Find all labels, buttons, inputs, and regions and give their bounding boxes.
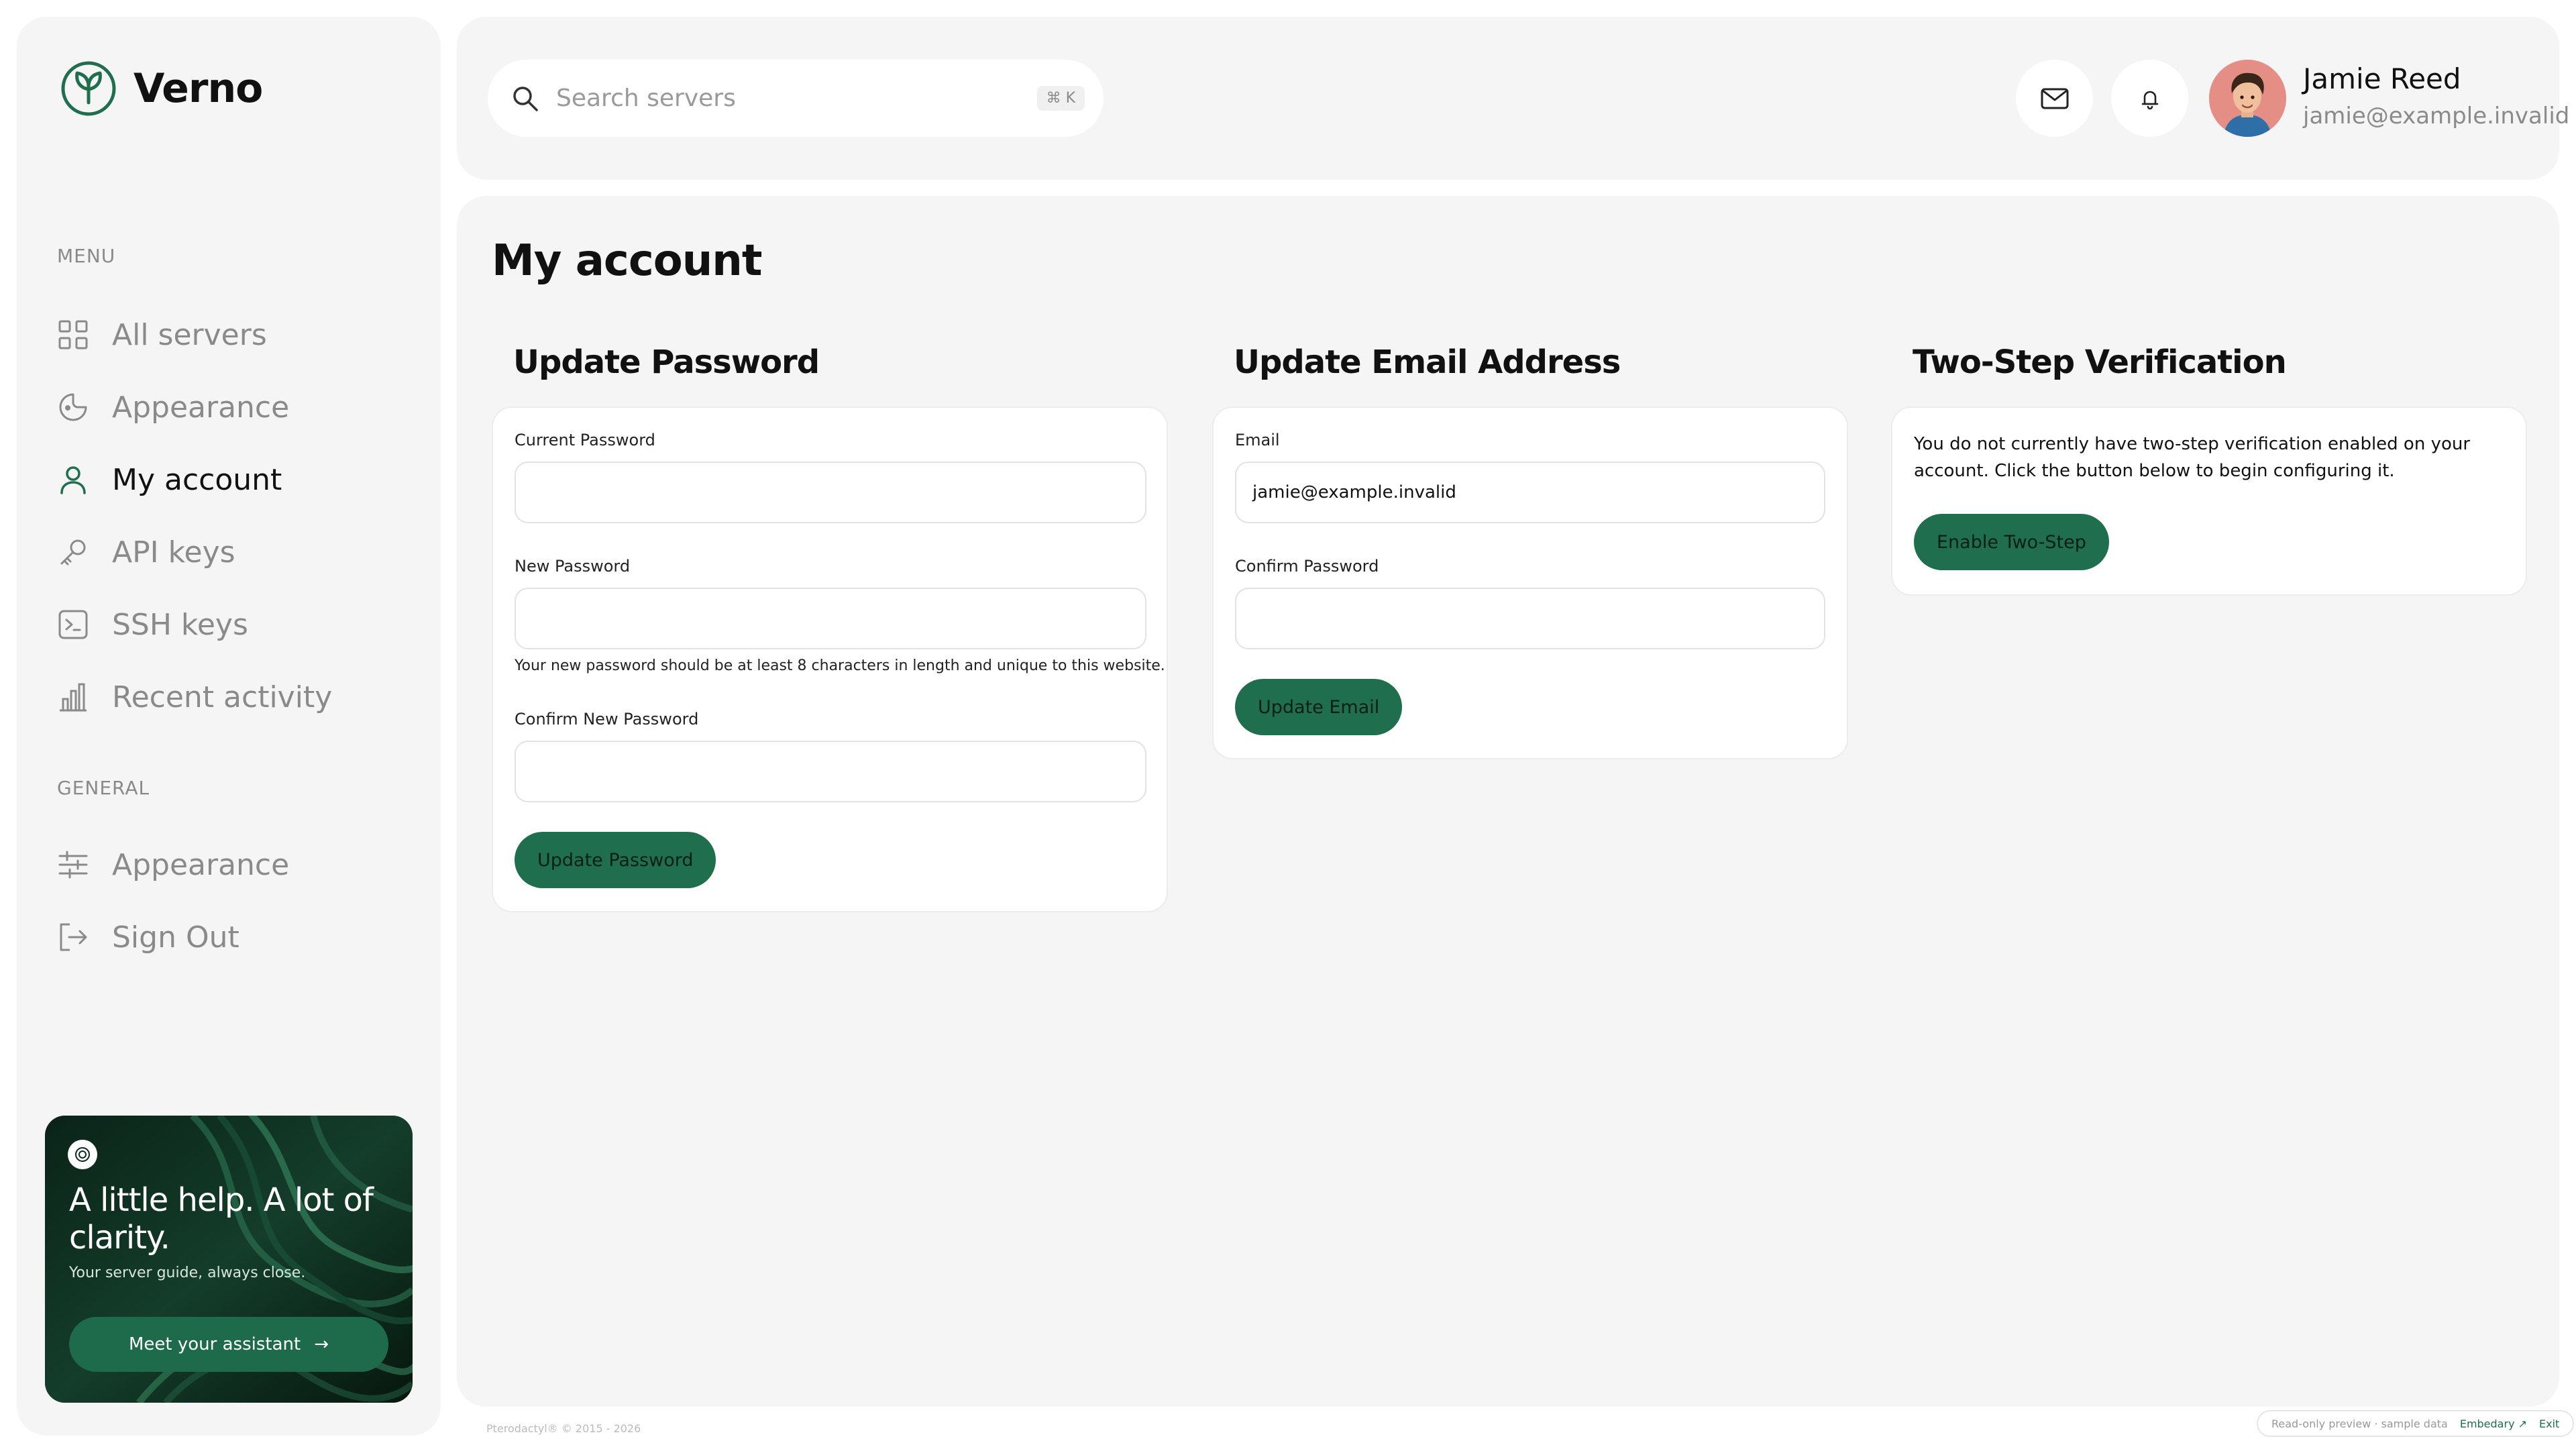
sidebar: Verno MENU All servers Appearance My acc… — [17, 17, 441, 1436]
key-icon — [57, 536, 89, 568]
search-input[interactable]: Search servers — [556, 85, 1037, 112]
search-bar[interactable]: Search servers ⌘ K — [488, 60, 1104, 137]
grid-icon — [57, 319, 89, 351]
brand-logo[interactable]: Verno — [60, 60, 263, 117]
email-confirm-password-label: Confirm Password — [1235, 557, 1379, 576]
main-content: My account Update Password Current Passw… — [457, 196, 2559, 1407]
two-step-title: Two-Step Verification — [1913, 343, 2287, 381]
sidebar-item-label: Sign Out — [112, 920, 239, 955]
assistant-icon — [68, 1140, 97, 1169]
user-name: Jamie Reed — [2303, 62, 2461, 95]
sidebar-item-all-servers[interactable]: All servers — [57, 308, 419, 362]
update-email-title: Update Email Address — [1234, 343, 1621, 381]
update-password-card: Current Password New Password Your new p… — [492, 407, 1168, 912]
preview-badge: Read-only preview · sample data Embedary… — [2257, 1410, 2575, 1437]
menu-section-label: MENU — [57, 245, 116, 267]
sidebar-item-label: SSH keys — [112, 607, 248, 642]
sidebar-item-ssh-keys[interactable]: SSH keys — [57, 598, 419, 651]
sidebar-item-label: Recent activity — [112, 680, 333, 714]
promo-subtitle: Your server guide, always close. — [69, 1265, 306, 1281]
sliders-icon — [57, 849, 89, 881]
sidebar-item-label: Appearance — [112, 390, 290, 425]
bar-chart-icon — [57, 681, 89, 713]
update-password-button[interactable]: Update Password — [515, 832, 716, 888]
page-title: My account — [492, 236, 762, 286]
meet-assistant-label: Meet your assistant — [128, 1334, 301, 1354]
new-password-field[interactable] — [515, 588, 1146, 649]
sidebar-item-recent-activity[interactable]: Recent activity — [57, 670, 419, 724]
sidebar-item-label: All servers — [112, 317, 267, 352]
preview-notice: Read-only preview · sample data — [2271, 1417, 2448, 1430]
meet-assistant-button[interactable]: Meet your assistant → — [69, 1317, 388, 1372]
current-password-field[interactable] — [515, 462, 1146, 523]
password-hint: Your new password should be at least 8 c… — [515, 657, 1165, 674]
search-shortcut-hint: ⌘ K — [1036, 86, 1085, 111]
user-icon — [57, 464, 89, 496]
leaf-logo-icon — [61, 61, 116, 116]
sidebar-item-api-keys[interactable]: API keys — [57, 525, 419, 579]
sidebar-item-appearance-settings[interactable]: Appearance — [57, 838, 419, 892]
embedary-link[interactable]: Embedary ↗ — [2460, 1417, 2527, 1430]
bell-icon — [2141, 91, 2158, 109]
search-icon — [513, 86, 538, 111]
confirm-new-password-label: Confirm New Password — [515, 710, 699, 729]
sidebar-item-sign-out[interactable]: Sign Out — [57, 910, 419, 964]
promo-title: A little help. A lot of clarity. — [69, 1181, 374, 1256]
update-password-title: Update Password — [513, 343, 820, 381]
mail-icon — [2041, 88, 2068, 109]
confirm-new-password-field[interactable] — [515, 741, 1146, 802]
sidebar-item-label: Appearance — [112, 847, 290, 882]
new-password-label: New Password — [515, 557, 631, 576]
sidebar-item-label: My account — [112, 462, 282, 497]
topbar: Search servers ⌘ K Jamie Reed jamie@exam… — [457, 17, 2569, 180]
notifications-button[interactable] — [2111, 60, 2188, 137]
enable-two-step-button[interactable]: Enable Two-Step — [1914, 514, 2109, 570]
brand-name: Verno — [133, 65, 263, 112]
email-field[interactable]: jamie@example.invalid — [1235, 462, 1825, 523]
sidebar-item-label: API keys — [112, 535, 235, 570]
two-step-card: You do not currently have two-step verif… — [1891, 407, 2527, 596]
logout-icon — [57, 921, 89, 953]
messages-button[interactable] — [2016, 60, 2093, 137]
email-confirm-password-field[interactable] — [1235, 588, 1825, 649]
two-step-description: You do not currently have two-step verif… — [1914, 434, 2471, 481]
arrow-right-icon: → — [314, 1334, 329, 1354]
user-email: jamie@example.invalid — [2303, 103, 2570, 129]
current-password-label: Current Password — [515, 431, 655, 449]
update-email-card: Email jamie@example.invalid Confirm Pass… — [1212, 407, 1848, 759]
email-label: Email — [1235, 431, 1280, 449]
user-avatar[interactable] — [2209, 60, 2286, 137]
sidebar-item-my-account[interactable]: My account — [57, 453, 419, 506]
general-section-label: GENERAL — [57, 777, 150, 799]
update-email-button[interactable]: Update Email — [1235, 679, 1403, 735]
terminal-icon — [57, 608, 89, 641]
footer-copyright: Pterodactyl® © 2015 - 2026 — [486, 1422, 641, 1435]
sidebar-item-appearance[interactable]: Appearance — [57, 380, 419, 434]
assistant-promo-card: A little help. A lot of clarity. Your se… — [45, 1116, 413, 1403]
exit-preview-link[interactable]: Exit — [2539, 1417, 2559, 1430]
palette-icon — [57, 391, 89, 423]
